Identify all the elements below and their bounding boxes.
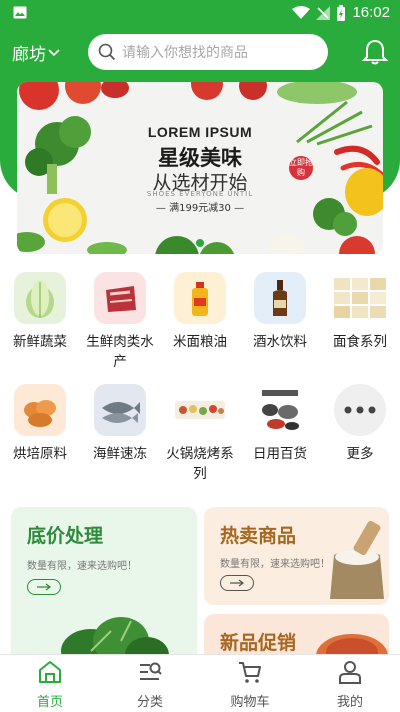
nav-category-label: 分类 [136,695,163,710]
status-bar: 16:02 [0,0,400,28]
arrow-right-icon [37,583,51,591]
category-label: 海鲜速冻 [93,446,147,462]
category-item-seafood[interactable]: 海鲜速冻 [80,384,160,464]
nav-profile[interactable]: 我的 [300,659,400,710]
banner-title-en: LOREM IPSUM [147,124,253,140]
lowprice-go-button[interactable] [27,579,61,595]
nav-cart-label: 购物车 [230,695,270,710]
lowprice-title: 底价处理 [27,525,104,547]
user-icon [339,661,361,684]
category-item-more[interactable]: 更多 [320,384,400,464]
search-placeholder: 请输入你想找的商品 [122,45,248,61]
image-notification-icon [13,6,27,19]
cart-icon [239,662,261,683]
search-icon [98,43,116,61]
nav-cart[interactable]: 购物车 [200,659,300,710]
carousel-indicator [17,232,383,251]
lowprice-subtitle: 数量有限，速来选购吧！ [27,561,137,572]
hot-title: 热卖商品 [220,525,297,547]
chevron-down-icon [48,48,60,56]
category-label: 日用百货 [253,446,307,462]
bottom-navigation: 首页 分类 购物车 我的 [0,654,400,712]
category-item-baking[interactable]: 烘培原料 [0,384,80,464]
wifi-icon [292,5,311,19]
signal-off-icon [316,5,331,20]
nav-category[interactable]: 分类 [100,659,200,710]
notification-bell-icon[interactable] [362,38,388,66]
category-label: 烘培原料 [13,446,67,462]
banner-buy-now-badge[interactable]: 立即抢购 [289,156,313,180]
oil-bottle-icon [174,272,226,324]
category-label: 新鲜蔬菜 [13,334,67,350]
city-selector[interactable]: 廊坊 [12,40,60,65]
nav-home-label: 首页 [36,695,63,710]
category-item-drinks[interactable]: 酒水饮料 [240,272,320,352]
hot-subtitle: 数量有限，速来选购吧！ [220,559,330,570]
promo-banner[interactable]: LOREM IPSUM 星级美味 从选材开始 SHOES EVERYONE UN… [17,82,383,254]
nav-profile-label: 我的 [336,695,363,710]
lowprice-card[interactable]: 底价处理 数量有限，速来选购吧！ [11,507,197,667]
cabbage-icon [14,272,66,324]
banner-discount: — 满199元减30 — [155,203,245,214]
clock: 16:02 [352,4,390,21]
category-item-household[interactable]: 日用百货 [240,384,320,464]
banner-discount-text: 满199元减30 [169,203,231,214]
category-label: 面食系列 [333,334,387,350]
category-item-vegetables[interactable]: 新鲜蔬菜 [0,272,80,352]
category-item-grain-oil[interactable]: 米面粮油 [160,272,240,352]
category-item-noodles[interactable]: 面食系列 [320,272,400,352]
new-promo-title: 新品促销 [220,632,297,654]
category-icon [140,662,162,680]
hot-go-button[interactable] [220,575,254,591]
bread-icon [14,384,66,436]
carousel-dot-active [196,239,204,247]
more-icon [334,384,386,436]
header: 廊坊 请输入你想找的商品 [0,32,400,72]
search-input[interactable]: 请输入你想找的商品 [88,34,328,70]
nav-home[interactable]: 首页 [0,659,100,710]
arrow-right-icon [230,579,244,587]
category-item-hotpot[interactable]: 火锅烧烤系列 [160,384,240,484]
flour-sack-image [330,520,384,599]
fish-icon [94,384,146,436]
home-icon [39,661,61,683]
category-label: 酒水饮料 [253,334,307,350]
banner-tagline: SHOES EVERYONE UNTIL [146,190,254,198]
hot-products-card[interactable]: 热卖商品 数量有限，速来选购吧！ [204,507,389,605]
city-label: 廊坊 [12,45,46,65]
category-label: 米面粮油 [173,334,227,350]
cookware-icon [254,384,306,436]
dumplings-icon [330,272,390,324]
category-item-meat[interactable]: 生鲜肉类水产 [80,272,160,372]
hotpot-icon [170,384,230,436]
category-label: 生鲜肉类水产 [86,334,154,370]
liquor-bottle-icon [254,272,306,324]
meat-icon [94,272,146,324]
category-label: 火锅烧烤系列 [166,446,234,482]
category-label: 更多 [346,446,374,462]
battery-charging-icon [337,4,346,21]
